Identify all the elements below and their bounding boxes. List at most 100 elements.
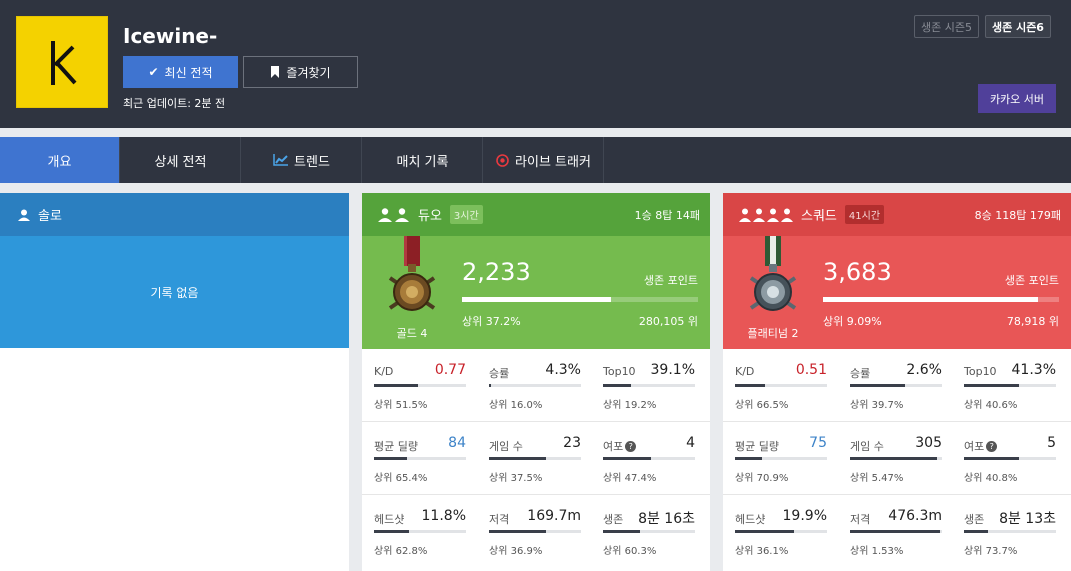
player-name: Icewine- [123, 24, 218, 48]
squad-top-percent: 상위 9.09% [823, 315, 882, 328]
stat-label: 여포? [964, 438, 998, 454]
stat-bar-fill [603, 530, 640, 533]
stat-percentile: 상위 47.4% [603, 473, 657, 484]
stat-label-text: 생존 [603, 513, 624, 526]
stat-bar [489, 530, 581, 533]
stat-cell: 저격 169.7m 상위 36.9% [489, 495, 581, 568]
stat-bar-fill [374, 530, 409, 533]
season-6-button[interactable]: 생존 시즌6 [985, 15, 1051, 38]
stat-value: 169.7m [527, 508, 581, 524]
stat-cell: 여포? 5 상위 40.8% [964, 422, 1056, 495]
stat-percentile: 상위 65.4% [374, 473, 428, 484]
tab-overview[interactable]: 개요 [0, 137, 120, 183]
help-icon[interactable]: ? [625, 440, 637, 452]
help-icon[interactable]: ? [986, 440, 998, 452]
solo-panel: 솔로 기록 없음 [0, 193, 349, 571]
stat-percentile: 상위 73.7% [964, 546, 1018, 557]
squad-rank: 78,918 위 [1006, 315, 1059, 328]
duo-top-percent: 상위 37.2% [462, 315, 521, 328]
stat-bar-fill [850, 530, 941, 533]
tab-overview-label: 개요 [47, 154, 72, 170]
tab-match-history-label: 매치 기록 [396, 154, 449, 170]
stat-label-text: 헤드샷 [374, 513, 405, 526]
stat-percentile: 상위 1.53% [850, 546, 904, 557]
squad-playtime-badge: 41시간 [844, 205, 885, 224]
stat-label-text: 헤드샷 [735, 513, 766, 526]
platinum-medal-icon [749, 236, 797, 311]
target-icon [496, 153, 509, 167]
stat-value: 23 [563, 435, 581, 451]
stat-bar [735, 384, 827, 387]
stat-bar [850, 384, 942, 387]
stat-label: 승률 [489, 365, 509, 381]
duo-tier: 골드 4 [396, 327, 428, 340]
stat-bar [489, 384, 581, 387]
season-5-button[interactable]: 생존 시즌5 [914, 15, 979, 38]
person-icon [18, 209, 30, 221]
solo-title: 솔로 [38, 209, 62, 224]
stat-bar [964, 530, 1056, 533]
stat-label: 저격 [850, 511, 870, 527]
stat-label-text: 저격 [489, 513, 510, 526]
refresh-stats-button[interactable]: ✔ 최신 전적 [123, 56, 238, 88]
stat-label: K/D [735, 365, 754, 378]
stat-cell: K/D 0.51 상위 66.5% [735, 349, 827, 422]
stat-bar [603, 384, 695, 387]
tab-live-tracker[interactable]: 라이브 트래커 [484, 137, 604, 183]
duo-rp-progress-fill [462, 297, 611, 302]
stat-bar-fill [850, 457, 938, 460]
stat-cell: 여포? 4 상위 47.4% [603, 422, 695, 495]
stat-value: 4.3% [545, 362, 581, 378]
check-icon: ✔ [148, 65, 159, 79]
stat-bar-fill [735, 384, 766, 387]
stat-bar-fill [964, 457, 1020, 460]
stat-label-text: 저격 [850, 513, 871, 526]
squad-panel: 스쿼드 41시간 8승 118탑 179패 플래티넘 2 3,683 생존 포인… [723, 193, 1071, 571]
stat-label-text: K/D [735, 365, 755, 378]
stat-percentile: 상위 5.47% [850, 473, 904, 484]
stat-cell: 승률 4.3% 상위 16.0% [489, 349, 581, 422]
stat-bar [603, 457, 695, 460]
stat-bar [374, 530, 466, 533]
squad-rating-points: 3,683 [823, 258, 892, 286]
stat-label: 평균 딜량 [735, 438, 779, 454]
stat-percentile: 상위 39.7% [850, 400, 904, 411]
stat-cell: 승률 2.6% 상위 39.7% [850, 349, 942, 422]
stat-label-text: 승률 [850, 367, 871, 380]
kakao-server-button[interactable]: 카카오 서버 [978, 84, 1056, 113]
stat-bar [374, 384, 466, 387]
stat-label: 평균 딜량 [374, 438, 418, 454]
squad-rp-progress-fill [823, 297, 1038, 302]
stat-label-text: 여포 [603, 440, 624, 453]
stat-cell: 게임 수 305 상위 5.47% [850, 422, 942, 495]
stat-percentile: 상위 37.5% [489, 473, 543, 484]
stat-label-text: Top10 [603, 365, 636, 378]
stat-label: Top10 [603, 365, 636, 378]
stat-value: 476.3m [888, 508, 942, 524]
stat-cell: 평균 딜량 84 상위 65.4% [374, 422, 466, 495]
duo-people-icon [378, 207, 409, 222]
stat-percentile: 상위 19.2% [603, 400, 657, 411]
stat-label: 저격 [489, 511, 509, 527]
stat-bar [735, 530, 827, 533]
stat-percentile: 상위 36.9% [489, 546, 543, 557]
stat-value: 0.77 [434, 362, 466, 378]
stat-cell: Top10 39.1% 상위 19.2% [603, 349, 695, 422]
stat-bar [603, 530, 695, 533]
stat-label-text: 평균 딜량 [374, 440, 418, 453]
stat-percentile: 상위 36.1% [735, 546, 789, 557]
squad-rating-label: 생존 포인트 [1004, 274, 1059, 287]
stat-value: 39.1% [650, 362, 695, 378]
stat-cell: 생존 8분 16초 상위 60.3% [603, 495, 695, 568]
stat-bar [735, 457, 827, 460]
duo-summary: 골드 4 2,233 생존 포인트 상위 37.2% 280,105 위 [362, 236, 710, 349]
tab-match-history[interactable]: 매치 기록 [363, 137, 483, 183]
favorite-button[interactable]: 즐겨찾기 [243, 56, 358, 88]
stat-label-text: Top10 [964, 365, 997, 378]
stat-bar [850, 530, 942, 533]
tab-trend[interactable]: 트렌드 [242, 137, 362, 183]
stat-value: 4 [686, 435, 695, 451]
stat-bar [489, 457, 581, 460]
tab-detailed-stats[interactable]: 상세 전적 [121, 137, 241, 183]
squad-rp-progress-bar [823, 297, 1059, 302]
